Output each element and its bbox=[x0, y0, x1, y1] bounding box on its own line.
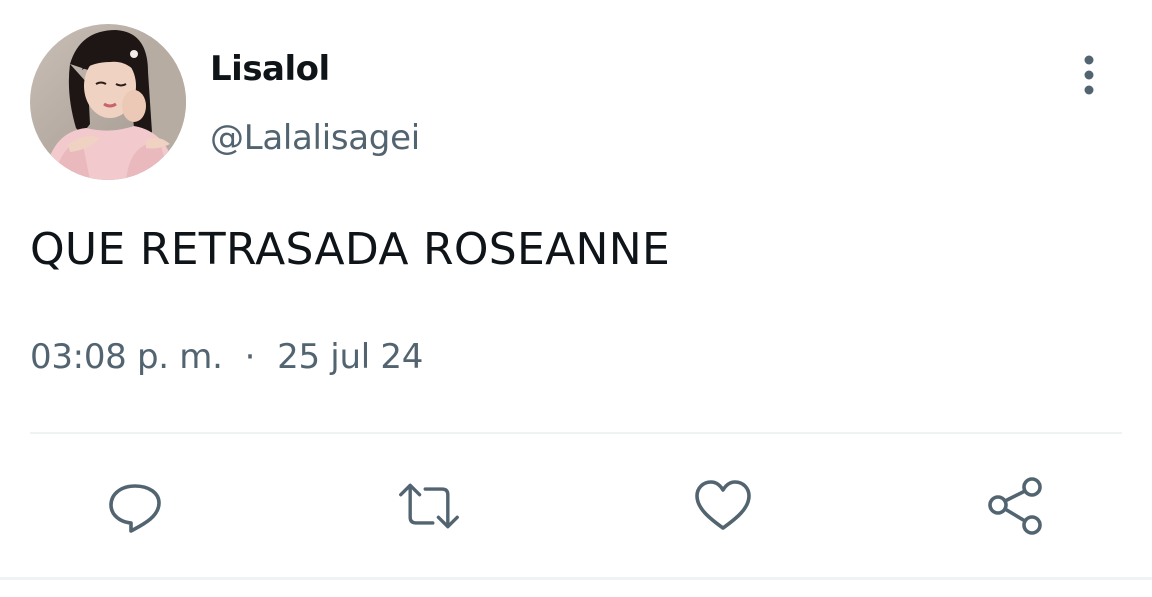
retweet-icon bbox=[399, 483, 459, 529]
reply-button[interactable] bbox=[103, 474, 167, 538]
tweet-text: QUE RETRASADA ROSEANNE bbox=[30, 224, 671, 275]
like-button[interactable] bbox=[691, 474, 755, 538]
heart-icon bbox=[695, 480, 751, 530]
tweet-timestamp[interactable]: 03:08 p. m. · 25 jul 24 bbox=[30, 334, 423, 380]
retweet-button[interactable] bbox=[397, 474, 461, 538]
more-options-button[interactable] bbox=[1068, 50, 1110, 100]
timestamp-separator: · bbox=[244, 337, 256, 377]
tweet-date: 25 jul 24 bbox=[277, 337, 424, 377]
bottom-divider bbox=[0, 577, 1152, 580]
avatar-image bbox=[30, 24, 186, 180]
user-handle[interactable]: @Lalalisagei bbox=[210, 115, 420, 161]
more-vertical-icon bbox=[1084, 55, 1094, 95]
avatar[interactable] bbox=[30, 24, 186, 180]
divider bbox=[30, 432, 1122, 434]
share-icon bbox=[988, 477, 1042, 535]
tweet-time: 03:08 p. m. bbox=[30, 337, 223, 377]
share-button[interactable] bbox=[985, 474, 1049, 538]
reply-icon bbox=[109, 484, 161, 533]
display-name[interactable]: Lisalol bbox=[210, 46, 330, 92]
tweet-card: Lisalol @Lalalisagei QUE RETRASADA ROSEA… bbox=[0, 0, 1152, 597]
